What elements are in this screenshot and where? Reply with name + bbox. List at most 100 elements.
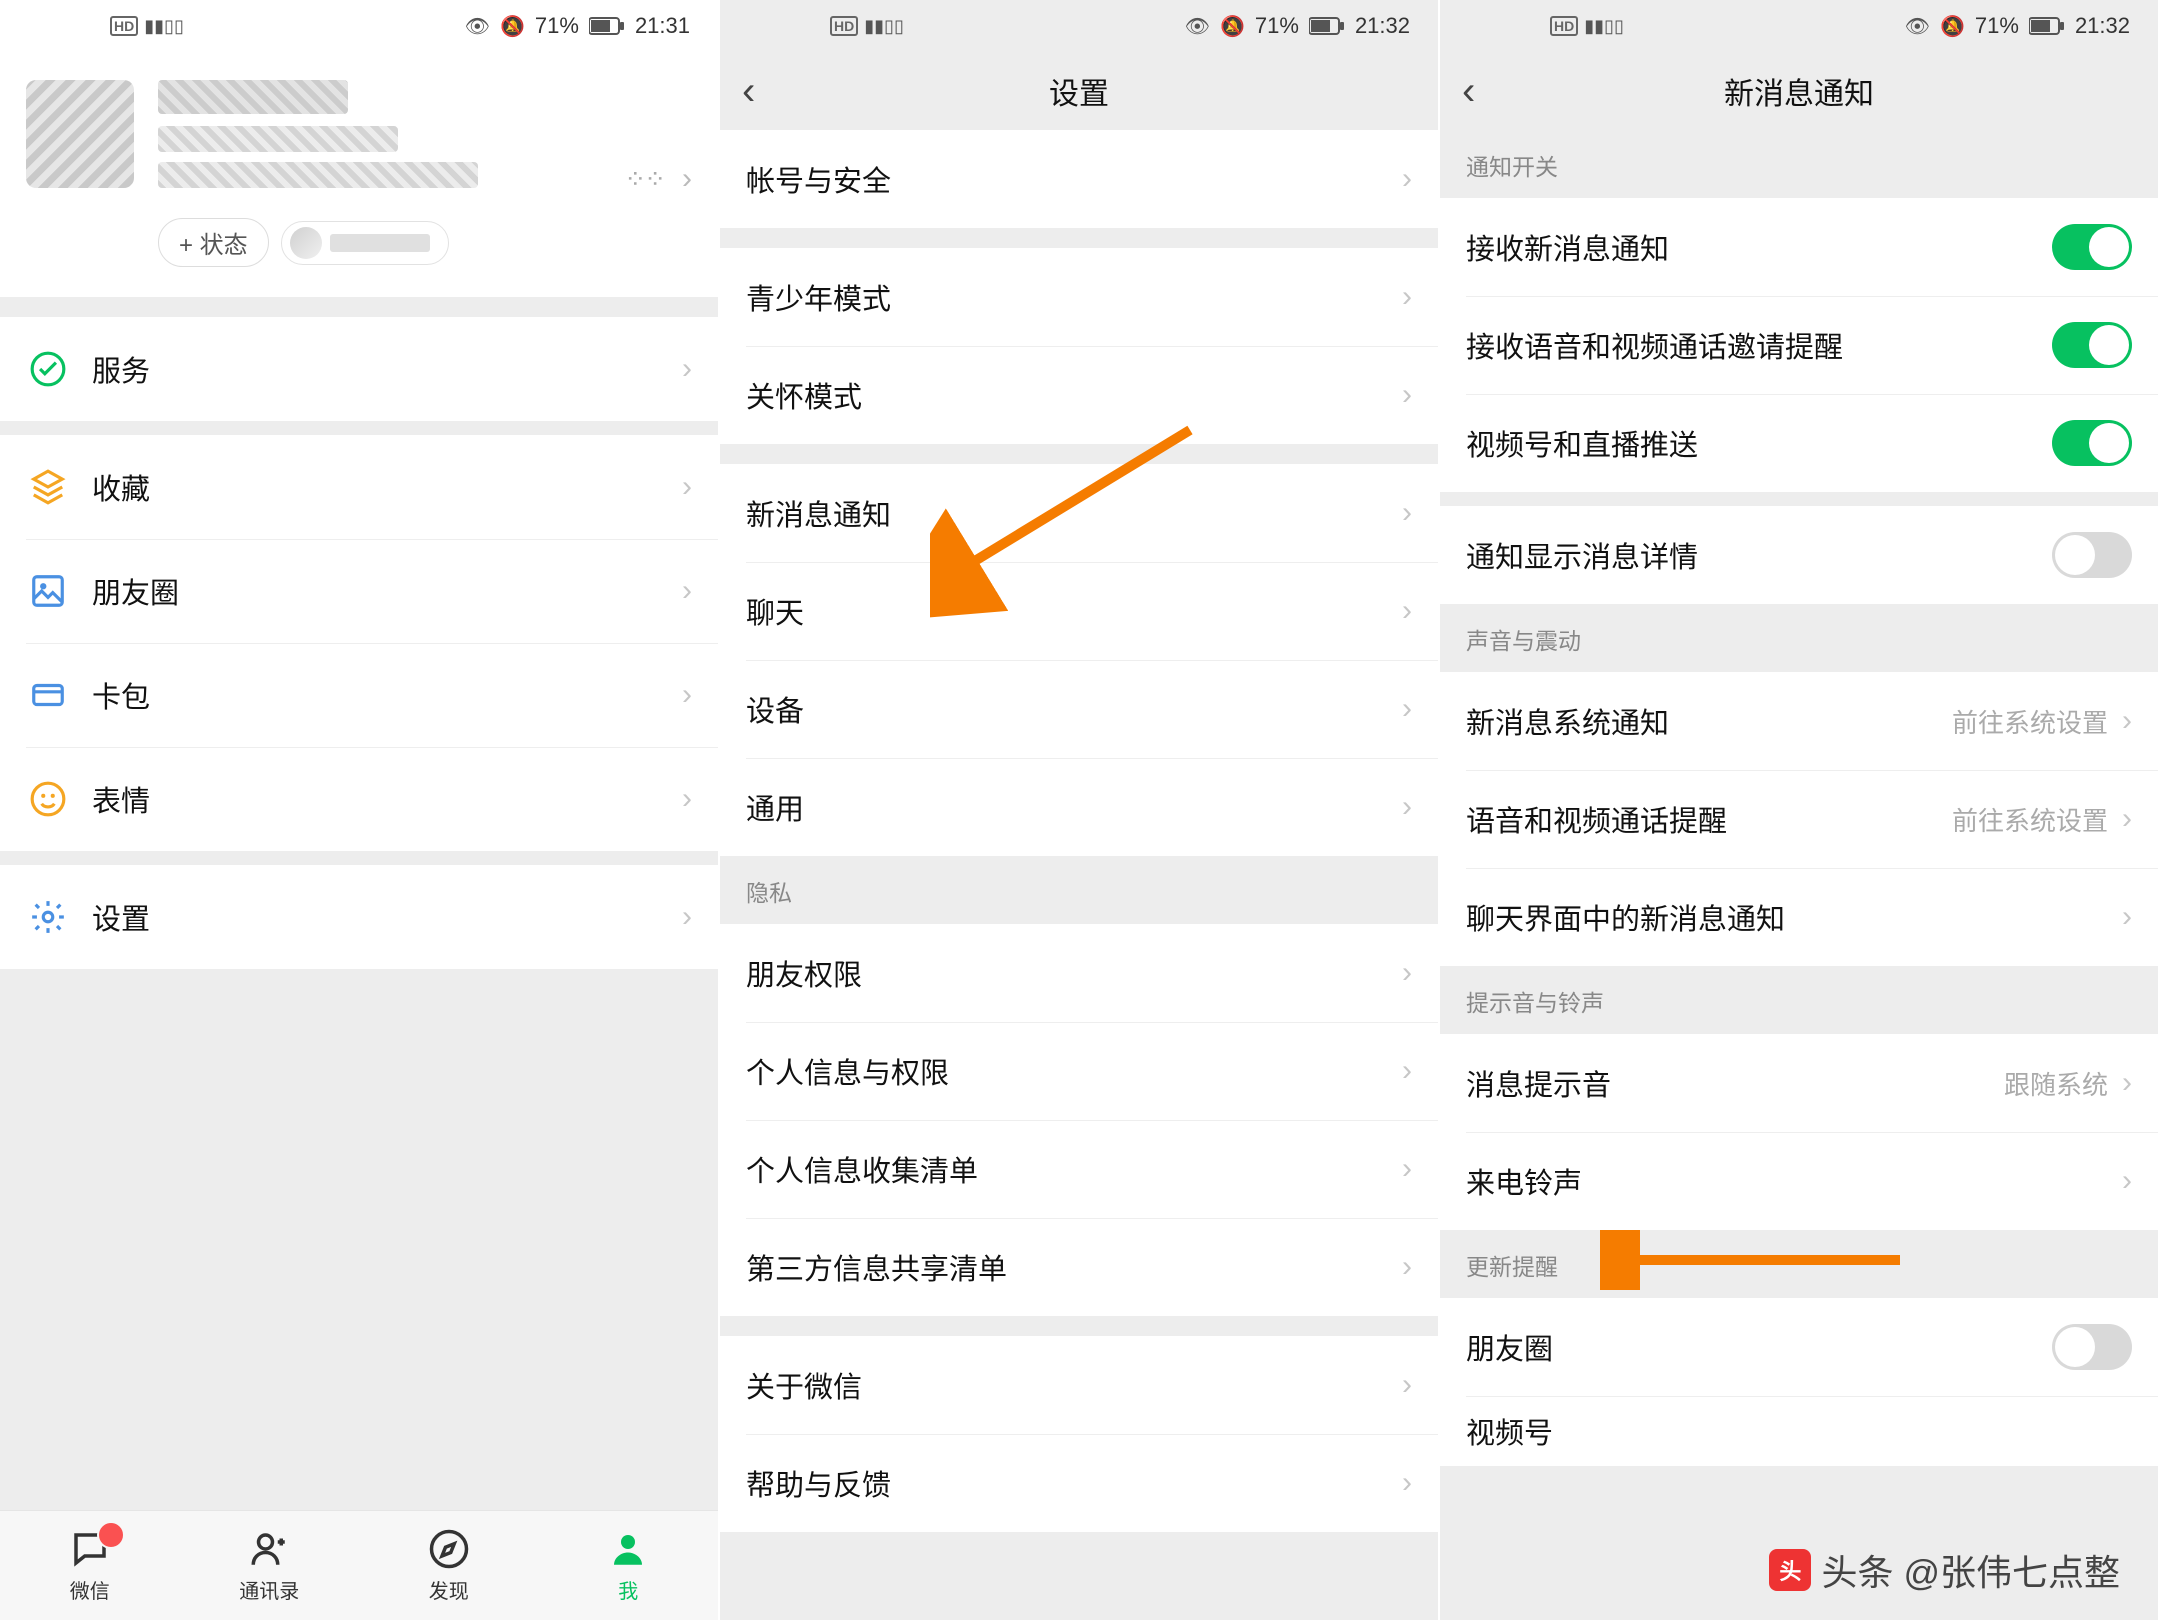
- row-show-detail[interactable]: 通知显示消息详情: [1440, 506, 2158, 604]
- row-chat-page-notif[interactable]: 聊天界面中的新消息通知 ›: [1440, 868, 2158, 966]
- chevron-right-icon: ›: [2122, 1164, 2132, 1198]
- row-channel-push[interactable]: 视频号和直播推送: [1440, 394, 2158, 492]
- menu-label: 收藏: [92, 466, 682, 508]
- toggle[interactable]: [2052, 322, 2132, 368]
- row-notifications[interactable]: 新消息通知 ›: [720, 464, 1438, 562]
- back-button[interactable]: ‹: [742, 71, 755, 111]
- row-device[interactable]: 设备 ›: [720, 660, 1438, 758]
- tab-discover[interactable]: 发现: [359, 1511, 539, 1620]
- back-button[interactable]: ‹: [1462, 71, 1475, 111]
- menu-favorites[interactable]: 收藏 ›: [0, 435, 718, 539]
- row-receive-voip[interactable]: 接收语音和视频通话邀请提醒: [1440, 296, 2158, 394]
- tab-label: 发现: [429, 1575, 469, 1604]
- row-label: 来电铃声: [1466, 1160, 2122, 1202]
- row-call-ring[interactable]: 来电铃声 ›: [1440, 1132, 2158, 1230]
- chevron-right-icon: ›: [1402, 692, 1412, 726]
- status-bar: HD ▮▮▯▯ 👁 🔕 71% 21:32: [1440, 0, 2158, 52]
- row-value: 前往系统设置: [1952, 703, 2108, 740]
- row-label: 设备: [746, 688, 1402, 730]
- status-bar: HD ▮▮▯▯ 👁 🔕 71% 21:31: [0, 0, 718, 52]
- battery-icon: [1309, 17, 1345, 35]
- tab-bar: 微信 通讯录 发现 我: [0, 1510, 718, 1620]
- eye-icon: 👁: [1185, 14, 1210, 39]
- hd-icon: HD: [1550, 16, 1578, 36]
- menu-label: 朋友圈: [92, 570, 682, 612]
- row-help[interactable]: 帮助与反馈 ›: [720, 1434, 1438, 1532]
- menu-settings[interactable]: 设置 ›: [0, 865, 718, 969]
- unread-badge-icon: [97, 1521, 125, 1549]
- avatar[interactable]: [26, 80, 134, 188]
- toutiao-logo-icon: 头: [1769, 1549, 1811, 1591]
- qr-icon[interactable]: ⁘⁘: [624, 164, 664, 195]
- row-label: 帐号与安全: [746, 158, 1402, 200]
- row-chat[interactable]: 聊天 ›: [720, 562, 1438, 660]
- chevron-right-icon: ›: [1402, 956, 1412, 990]
- chevron-right-icon: ›: [682, 162, 692, 196]
- status-pill[interactable]: + 状态: [158, 218, 269, 267]
- toggle[interactable]: [2052, 224, 2132, 270]
- chevron-right-icon: ›: [682, 470, 692, 504]
- toggle[interactable]: [2052, 1324, 2132, 1370]
- toggle[interactable]: [2052, 532, 2132, 578]
- row-care-mode[interactable]: 关怀模式 ›: [720, 346, 1438, 444]
- row-msg-tone[interactable]: 消息提示音 跟随系统 ›: [1440, 1034, 2158, 1132]
- row-voip-remind[interactable]: 语音和视频通话提醒 前往系统设置 ›: [1440, 770, 2158, 868]
- screen-me: HD ▮▮▯▯ 👁 🔕 71% 21:31 ⁘⁘ › + 状态: [0, 0, 720, 1620]
- row-personal-info-perm[interactable]: 个人信息与权限 ›: [720, 1022, 1438, 1120]
- chevron-right-icon: ›: [2122, 802, 2132, 836]
- row-receive-new-msg[interactable]: 接收新消息通知: [1440, 198, 2158, 296]
- profile-name-blur: [158, 80, 348, 114]
- contacts-icon: [247, 1527, 291, 1571]
- chevron-right-icon: ›: [1402, 496, 1412, 530]
- row-third-party-list[interactable]: 第三方信息共享清单 ›: [720, 1218, 1438, 1316]
- gear-icon: [26, 895, 70, 939]
- toggle[interactable]: [2052, 420, 2132, 466]
- row-about[interactable]: 关于微信 ›: [720, 1336, 1438, 1434]
- chevron-right-icon: ›: [2122, 900, 2132, 934]
- chevron-right-icon: ›: [1402, 594, 1412, 628]
- battery-text: 71%: [1255, 13, 1299, 39]
- row-update-moments[interactable]: 朋友圈: [1440, 1298, 2158, 1396]
- row-friend-perm[interactable]: 朋友权限 ›: [720, 924, 1438, 1022]
- signal-icon: ▮▮▯▯: [864, 16, 904, 37]
- status-pill-friend[interactable]: [281, 221, 449, 265]
- menu-services[interactable]: 服务 ›: [0, 317, 718, 421]
- menu-label: 设置: [92, 896, 682, 938]
- eye-icon: 👁: [465, 14, 490, 39]
- mute-icon: 🔕: [1220, 14, 1245, 39]
- row-label: 语音和视频通话提醒: [1466, 798, 1952, 840]
- tab-me[interactable]: 我: [539, 1511, 719, 1620]
- status-time: 21:32: [1355, 13, 1410, 39]
- row-label: 聊天界面中的新消息通知: [1466, 896, 2122, 938]
- watermark: 头 头条 @张伟七点整: [1769, 1544, 2120, 1596]
- profile-card[interactable]: ⁘⁘ › + 状态: [0, 52, 718, 297]
- menu-moments[interactable]: 朋友圈 ›: [0, 539, 718, 643]
- page-title: 新消息通知: [1724, 69, 1874, 113]
- row-label: 消息提示音: [1466, 1062, 2004, 1104]
- row-label: 视频号: [1466, 1410, 2132, 1452]
- section-update: 更新提醒: [1440, 1230, 2158, 1298]
- section-sound: 声音与震动: [1440, 604, 2158, 672]
- row-update-channel[interactable]: 视频号: [1440, 1396, 2158, 1466]
- chevron-right-icon: ›: [1402, 1054, 1412, 1088]
- watermark-text: 头条 @张伟七点整: [1821, 1544, 2120, 1596]
- tab-chats[interactable]: 微信: [0, 1511, 180, 1620]
- row-sys-notif[interactable]: 新消息系统通知 前往系统设置 ›: [1440, 672, 2158, 770]
- row-value: 跟随系统: [2004, 1065, 2108, 1102]
- menu-label: 卡包: [92, 674, 682, 716]
- menu-cards[interactable]: 卡包 ›: [0, 643, 718, 747]
- row-general[interactable]: 通用 ›: [720, 758, 1438, 856]
- battery-text: 71%: [535, 13, 579, 39]
- tab-contacts[interactable]: 通讯录: [180, 1511, 360, 1620]
- row-youth-mode[interactable]: 青少年模式 ›: [720, 248, 1438, 346]
- row-account-security[interactable]: 帐号与安全 ›: [720, 130, 1438, 228]
- row-label: 第三方信息共享清单: [746, 1246, 1402, 1288]
- menu-label: 表情: [92, 778, 682, 820]
- row-label: 关于微信: [746, 1364, 1402, 1406]
- chevron-right-icon: ›: [1402, 280, 1412, 314]
- tab-label: 我: [618, 1575, 638, 1604]
- chevron-right-icon: ›: [1402, 1250, 1412, 1284]
- chevron-right-icon: ›: [682, 782, 692, 816]
- menu-stickers[interactable]: 表情 ›: [0, 747, 718, 851]
- row-personal-info-list[interactable]: 个人信息收集清单 ›: [720, 1120, 1438, 1218]
